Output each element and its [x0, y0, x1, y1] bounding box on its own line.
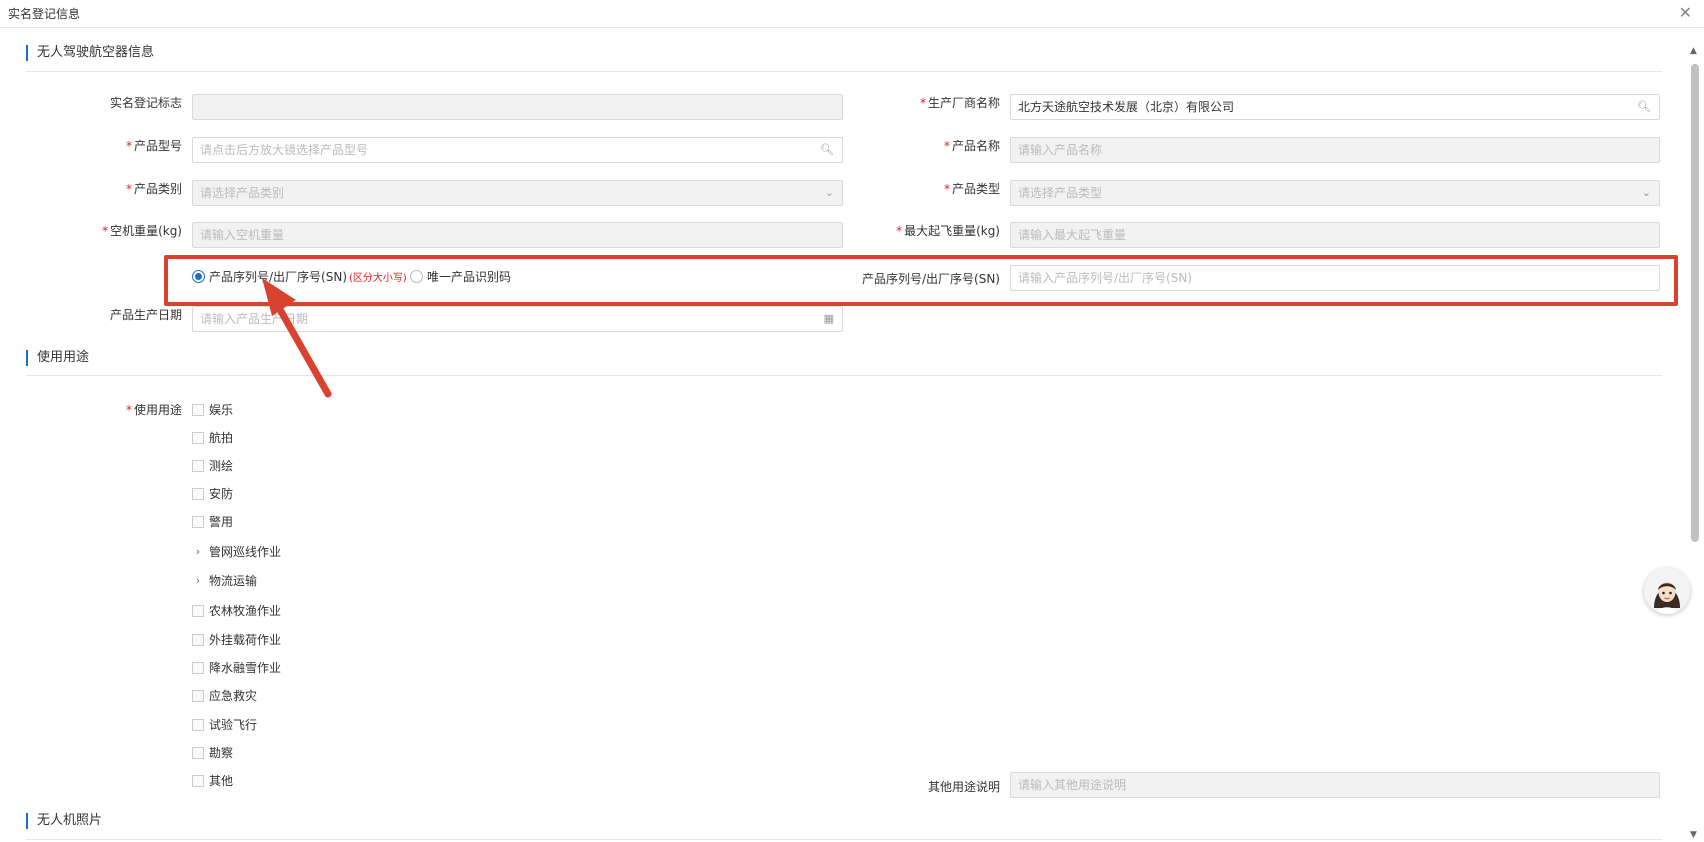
usage-option-label: 外挂载荷作业 — [209, 633, 282, 647]
usage-option-entertainment[interactable]: 娱乐 — [192, 401, 233, 418]
usage-option-survey[interactable]: 测绘 — [192, 457, 233, 474]
category-select[interactable]: 请选择产品类别 ⌄ — [192, 180, 843, 206]
chevron-down-icon: ⌄ — [1641, 186, 1651, 199]
assistant-avatar-icon[interactable] — [1644, 568, 1690, 614]
model-placeholder: 请点击后方放大镜选择产品型号 — [200, 143, 369, 157]
usage-option-precipitation[interactable]: 降水融雪作业 — [192, 659, 281, 676]
usage-option-logistics[interactable]: › 物流运输 — [192, 572, 257, 589]
scroll-down-icon[interactable]: ▼ — [1690, 830, 1697, 840]
usage-option-label: 农林牧渔作业 — [209, 604, 282, 618]
prod-date-field[interactable]: 请输入产品生产日期 ▦ — [192, 306, 843, 332]
checkbox[interactable] — [192, 633, 204, 646]
usage-option-label: 试验飞行 — [209, 718, 258, 732]
usage-option-pipeline[interactable]: › 管网巡线作业 — [192, 543, 281, 560]
scroll-thumb[interactable] — [1691, 64, 1699, 542]
max-weight-field[interactable]: 请输入最大起飞重量 — [1010, 222, 1660, 248]
checkbox[interactable] — [192, 746, 204, 759]
usage-option-police[interactable]: 警用 — [192, 513, 233, 530]
scroll-up-icon[interactable]: ▲ — [1690, 46, 1697, 56]
checkbox[interactable] — [192, 718, 204, 731]
usage-option-external-load[interactable]: 外挂载荷作业 — [192, 631, 281, 648]
usage-option-label: 娱乐 — [209, 403, 234, 417]
checkbox[interactable] — [192, 403, 204, 416]
reg-mark-field — [192, 94, 843, 120]
reg-mark-label: 实名登记标志 — [109, 96, 182, 110]
usage-option-label: 航拍 — [209, 431, 234, 445]
search-icon[interactable]: 🔍︎ — [820, 138, 834, 162]
annotation-highlight-box — [164, 255, 1678, 306]
checkbox[interactable] — [192, 604, 204, 617]
usage-option-label: 勘察 — [209, 746, 234, 760]
checkbox[interactable] — [192, 774, 204, 787]
usage-option-security[interactable]: 安防 — [192, 485, 233, 502]
usage-option-label: 警用 — [209, 515, 234, 529]
section-title-usage: 使用用途 — [26, 350, 89, 366]
section-title-photos: 无人机照片 — [26, 813, 102, 829]
model-label: * 产品型号 — [125, 139, 182, 153]
model-field[interactable]: 请点击后方放大镜选择产品型号 🔍︎ — [192, 137, 843, 163]
checkbox[interactable] — [192, 487, 204, 500]
manufacturer-value: 北方天途航空技术发展（北京）有限公司 — [1018, 100, 1235, 114]
section-divider — [26, 375, 1662, 376]
usage-option-label: 其他 — [209, 774, 234, 788]
usage-option-other[interactable]: 其他 — [192, 772, 233, 789]
chevron-right-icon[interactable]: › — [192, 545, 204, 558]
usage-option-label: 应急救灾 — [209, 689, 258, 703]
empty-weight-field[interactable]: 请输入空机重量 — [192, 222, 843, 248]
max-weight-label: * 最大起飞重量(kg) — [896, 224, 1000, 238]
usage-option-aerial-photo[interactable]: 航拍 — [192, 429, 233, 446]
checkbox[interactable] — [192, 661, 204, 674]
search-icon[interactable]: 🔍︎ — [1637, 95, 1651, 119]
section-divider — [26, 839, 1662, 840]
chevron-down-icon: ⌄ — [824, 186, 834, 199]
chevron-right-icon[interactable]: › — [192, 574, 204, 587]
usage-option-inspection[interactable]: 勘察 — [192, 744, 233, 761]
usage-option-label: 管网巡线作业 — [209, 545, 282, 559]
checkbox[interactable] — [192, 431, 204, 444]
usage-option-agriculture[interactable]: 农林牧渔作业 — [192, 602, 281, 619]
manufacturer-label: * 生产厂商名称 — [919, 96, 1000, 110]
product-type-select[interactable]: 请选择产品类型 ⌄ — [1010, 180, 1660, 206]
usage-label: * 使用用途 — [125, 403, 182, 417]
window-title: 实名登记信息 — [8, 7, 81, 21]
other-usage-label: 其他用途说明 — [927, 780, 1000, 794]
other-usage-field[interactable]: 请输入其他用途说明 — [1010, 772, 1660, 798]
usage-option-label: 降水融雪作业 — [209, 661, 282, 675]
form-content: 无人驾驶航空器信息 实名登记标志 * 生产厂商名称 北方天途航空技术发展（北京）有… — [0, 28, 1686, 842]
usage-option-label: 物流运输 — [209, 574, 258, 588]
usage-option-label: 测绘 — [209, 459, 234, 473]
manufacturer-field[interactable]: 北方天途航空技术发展（北京）有限公司 🔍︎ — [1010, 94, 1660, 120]
checkbox[interactable] — [192, 515, 204, 528]
category-placeholder: 请选择产品类别 — [200, 186, 285, 200]
title-bar: 实名登记信息 ✕ — [0, 0, 1704, 28]
empty-weight-label: * 空机重量(kg) — [102, 224, 182, 238]
product-type-label: * 产品类型 — [943, 182, 1000, 196]
section-divider — [26, 71, 1662, 72]
vertical-scrollbar[interactable]: ▲ ▼ — [1686, 42, 1704, 842]
usage-option-test-flight[interactable]: 试验飞行 — [192, 716, 257, 733]
calendar-icon[interactable]: ▦ — [824, 307, 834, 331]
product-type-placeholder: 请选择产品类型 — [1018, 186, 1103, 200]
product-name-field[interactable]: 请输入产品名称 — [1010, 137, 1660, 163]
section-title-aircraft-info: 无人驾驶航空器信息 — [26, 45, 154, 61]
product-name-label: * 产品名称 — [943, 139, 1000, 153]
category-label: * 产品类别 — [125, 182, 182, 196]
checkbox[interactable] — [192, 459, 204, 472]
usage-option-label: 安防 — [209, 487, 234, 501]
usage-option-emergency[interactable]: 应急救灾 — [192, 687, 257, 704]
prod-date-label: 产品生产日期 — [109, 308, 182, 322]
close-icon[interactable]: ✕ — [1679, 3, 1692, 22]
prod-date-placeholder: 请输入产品生产日期 — [200, 312, 309, 326]
checkbox[interactable] — [192, 689, 204, 702]
